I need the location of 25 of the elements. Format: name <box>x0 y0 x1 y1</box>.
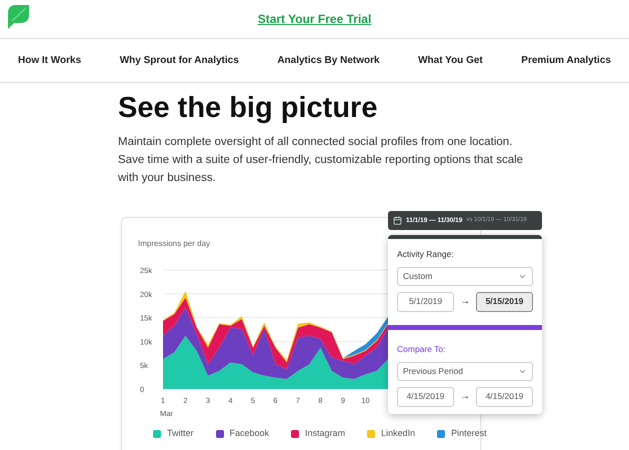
legend-label: Pinterest <box>451 427 487 440</box>
hero-title: See the big picture <box>118 91 378 125</box>
compare-select[interactable]: Previous Period <box>397 362 533 380</box>
activity-range-label: Activity Range: <box>397 248 455 261</box>
chart-title: Impressions per day <box>138 239 210 248</box>
nav-link[interactable]: Analytics By Network <box>277 53 380 68</box>
nav-link[interactable]: What You Get <box>418 53 483 68</box>
date-field[interactable]: 4/15/2019 <box>476 386 533 406</box>
hero-text: Maintain complete oversight of all connected social profiles from one location. Save time with a suite of user-friendly, customizable reporting options that scale with your business. <box>118 135 524 186</box>
arrow-text: → <box>460 390 470 404</box>
nav-link[interactable]: Why Sprout for Analytics <box>120 53 239 68</box>
date-field[interactable]: 4/15/2019 <box>397 386 454 406</box>
legend-label: Facebook <box>230 427 270 440</box>
legend-label: Instagram <box>305 427 346 440</box>
legend-label: LinkedIn <box>381 427 416 440</box>
date-field[interactable]: 5/15/2019 <box>476 292 533 312</box>
activity-range-select[interactable]: Custom <box>397 266 533 286</box>
nav-link[interactable]: How It Works <box>18 53 82 68</box>
leaf-logo-icon <box>6 3 30 30</box>
arrow-text: → <box>460 295 470 310</box>
calendar-icon <box>393 216 402 225</box>
nav-link[interactable]: Premium Analytics <box>521 53 611 68</box>
compare-to-label: Compare To: <box>397 342 447 356</box>
date-field[interactable]: 5/1/2019 <box>397 292 454 312</box>
legend-label: Twitter <box>167 427 194 440</box>
